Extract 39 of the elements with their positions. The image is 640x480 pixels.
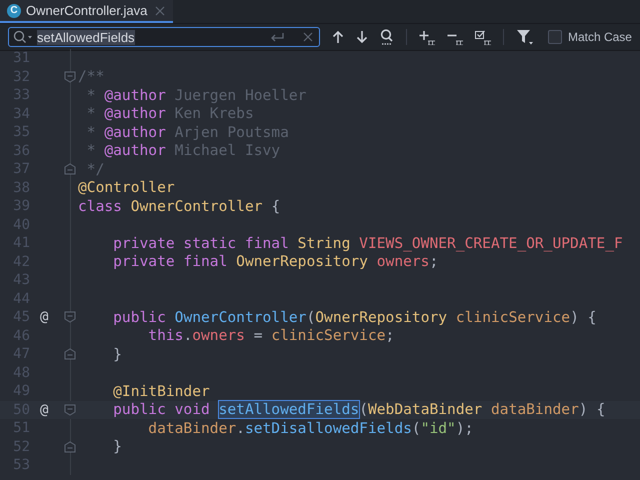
fold-marker-icon[interactable] <box>64 311 76 324</box>
override-marker[interactable]: @ <box>30 309 58 326</box>
fold-marker-icon[interactable] <box>64 404 76 416</box>
code-line: private final OwnerRepository owners; <box>112 253 438 270</box>
editor-tab[interactable]: C OwnerController.java <box>0 0 174 23</box>
match-case-checkbox[interactable]: Match Case <box>548 30 632 44</box>
class-file-icon: C <box>7 4 21 18</box>
find-all-icon[interactable] <box>380 29 394 45</box>
fold-marker-icon[interactable] <box>64 440 76 453</box>
close-icon[interactable] <box>155 6 166 16</box>
code-line: dataBinder.setDisallowedFields("id"); <box>147 420 474 437</box>
code-line: @InitBinder <box>112 382 210 400</box>
filter-icon[interactable] <box>516 29 534 45</box>
search-field[interactable]: setAllowedFields <box>8 27 320 47</box>
code-line: /** <box>78 68 104 86</box>
clear-icon[interactable] <box>302 32 313 42</box>
override-marker[interactable]: @ <box>30 402 58 418</box>
arrow-down-icon[interactable] <box>356 30 368 44</box>
arrow-up-icon[interactable] <box>332 30 344 44</box>
code-line: private static final String VIEWS_OWNER_CREATE_OR_UPDATE_F <box>112 234 623 252</box>
fold-marker-icon[interactable] <box>64 348 76 360</box>
code-line: public void setAllowedFields(WebDataBinder dataBinder) { <box>112 401 606 418</box>
code-line: @Controller <box>78 179 175 196</box>
select-occurrences-icon[interactable] <box>474 30 491 44</box>
search-icon <box>13 30 33 44</box>
code-line: * @author Arjen Poutsma <box>86 124 289 141</box>
code-line: } <box>112 438 122 456</box>
code-line: * @author Michael Isvy <box>86 142 280 160</box>
fold-marker-icon[interactable] <box>64 163 76 176</box>
code-line: * @author Juergen Hoeller <box>86 86 306 104</box>
add-occurrence-icon[interactable] <box>418 30 435 44</box>
fold-marker-icon[interactable] <box>64 70 76 83</box>
code-line: */ <box>86 160 104 178</box>
enter-icon[interactable] <box>268 32 285 42</box>
code-line: this.owners = clinicService; <box>147 327 394 344</box>
code-line: * @author Ken Krebs <box>86 105 254 122</box>
code-line: class OwnerController { <box>78 198 280 215</box>
code-line: public OwnerController(OwnerRepository clinicService) { <box>112 308 596 326</box>
code-line: } <box>112 346 122 363</box>
